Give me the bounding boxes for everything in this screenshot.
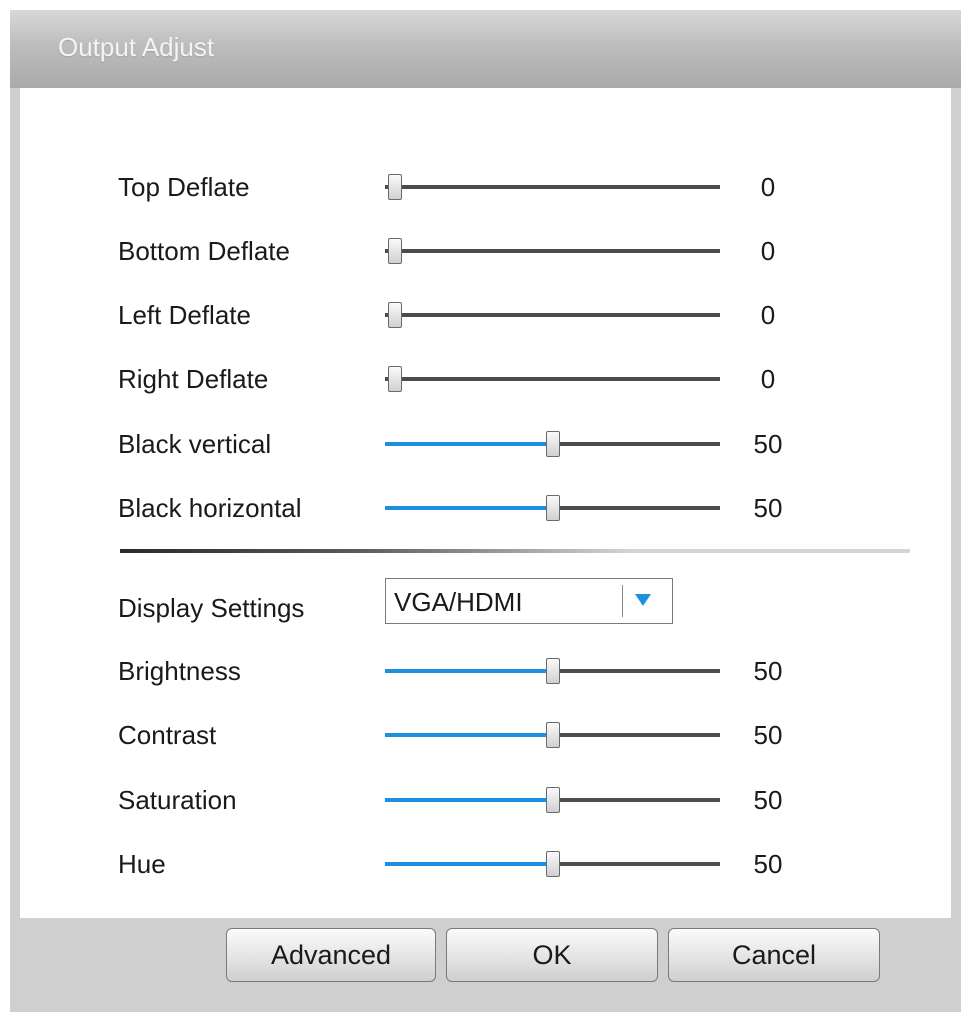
label-hue: Hue <box>118 849 166 879</box>
slider-thumb[interactable] <box>388 238 402 264</box>
slider-thumb[interactable] <box>388 302 402 328</box>
slider-fill <box>385 862 553 866</box>
slider-black-vertical[interactable] <box>385 431 720 457</box>
value-black-horizontal: 50 <box>753 493 783 523</box>
label-brightness: Brightness <box>118 656 241 686</box>
value-saturation: 50 <box>753 785 783 815</box>
slider-contrast[interactable] <box>385 722 720 748</box>
label-top-deflate: Top Deflate <box>118 172 250 202</box>
slider-track <box>385 313 720 317</box>
slider-track <box>385 377 720 381</box>
slider-black-horizontal[interactable] <box>385 495 720 521</box>
output-adjust-dialog: Output Adjust Top Deflate 0 Bottom Defla… <box>10 10 961 1012</box>
slider-thumb[interactable] <box>388 366 402 392</box>
display-settings-select[interactable]: VGA/HDMI <box>385 578 673 624</box>
label-saturation: Saturation <box>118 785 237 815</box>
value-bottom-deflate: 0 <box>760 236 776 266</box>
slider-track <box>385 185 720 189</box>
slider-thumb[interactable] <box>388 174 402 200</box>
slider-brightness[interactable] <box>385 658 720 684</box>
ok-button[interactable]: OK <box>446 928 658 982</box>
slider-thumb[interactable] <box>545 431 560 457</box>
label-left-deflate: Left Deflate <box>118 300 251 330</box>
label-black-horizontal: Black horizontal <box>118 493 302 523</box>
label-right-deflate: Right Deflate <box>118 364 269 394</box>
triangle-down-icon[interactable] <box>634 592 652 613</box>
value-hue: 50 <box>753 849 783 879</box>
slider-thumb[interactable] <box>545 851 560 877</box>
slider-thumb[interactable] <box>545 722 560 748</box>
slider-fill <box>385 442 553 446</box>
value-right-deflate: 0 <box>760 364 776 394</box>
dialog-title: Output Adjust <box>58 32 215 62</box>
value-contrast: 50 <box>753 720 783 750</box>
label-contrast: Contrast <box>118 720 217 750</box>
select-separator <box>622 585 623 617</box>
section-divider <box>120 549 910 553</box>
slider-bottom-deflate[interactable] <box>385 238 720 264</box>
slider-hue[interactable] <box>385 851 720 877</box>
advanced-button[interactable]: Advanced <box>226 928 436 982</box>
slider-thumb[interactable] <box>545 658 560 684</box>
value-left-deflate: 0 <box>760 300 776 330</box>
slider-saturation[interactable] <box>385 787 720 813</box>
settings-panel: Top Deflate 0 Bottom Deflate 0 Left Defl… <box>20 88 951 918</box>
title-bar: Output Adjust <box>10 10 961 88</box>
slider-left-deflate[interactable] <box>385 302 720 328</box>
slider-track <box>385 249 720 253</box>
slider-thumb[interactable] <box>545 495 560 521</box>
slider-fill <box>385 798 553 802</box>
label-bottom-deflate: Bottom Deflate <box>118 236 290 266</box>
value-black-vertical: 50 <box>753 429 783 459</box>
label-black-vertical: Black vertical <box>118 429 272 459</box>
slider-fill <box>385 733 553 737</box>
slider-fill <box>385 506 553 510</box>
select-value: VGA/HDMI <box>394 587 523 617</box>
label-display-settings: Display Settings <box>118 593 305 623</box>
cancel-button[interactable]: Cancel <box>668 928 880 982</box>
value-brightness: 50 <box>753 656 783 686</box>
value-top-deflate: 0 <box>760 172 776 202</box>
slider-thumb[interactable] <box>545 787 560 813</box>
slider-right-deflate[interactable] <box>385 366 720 392</box>
slider-top-deflate[interactable] <box>385 174 720 200</box>
slider-fill <box>385 669 553 673</box>
